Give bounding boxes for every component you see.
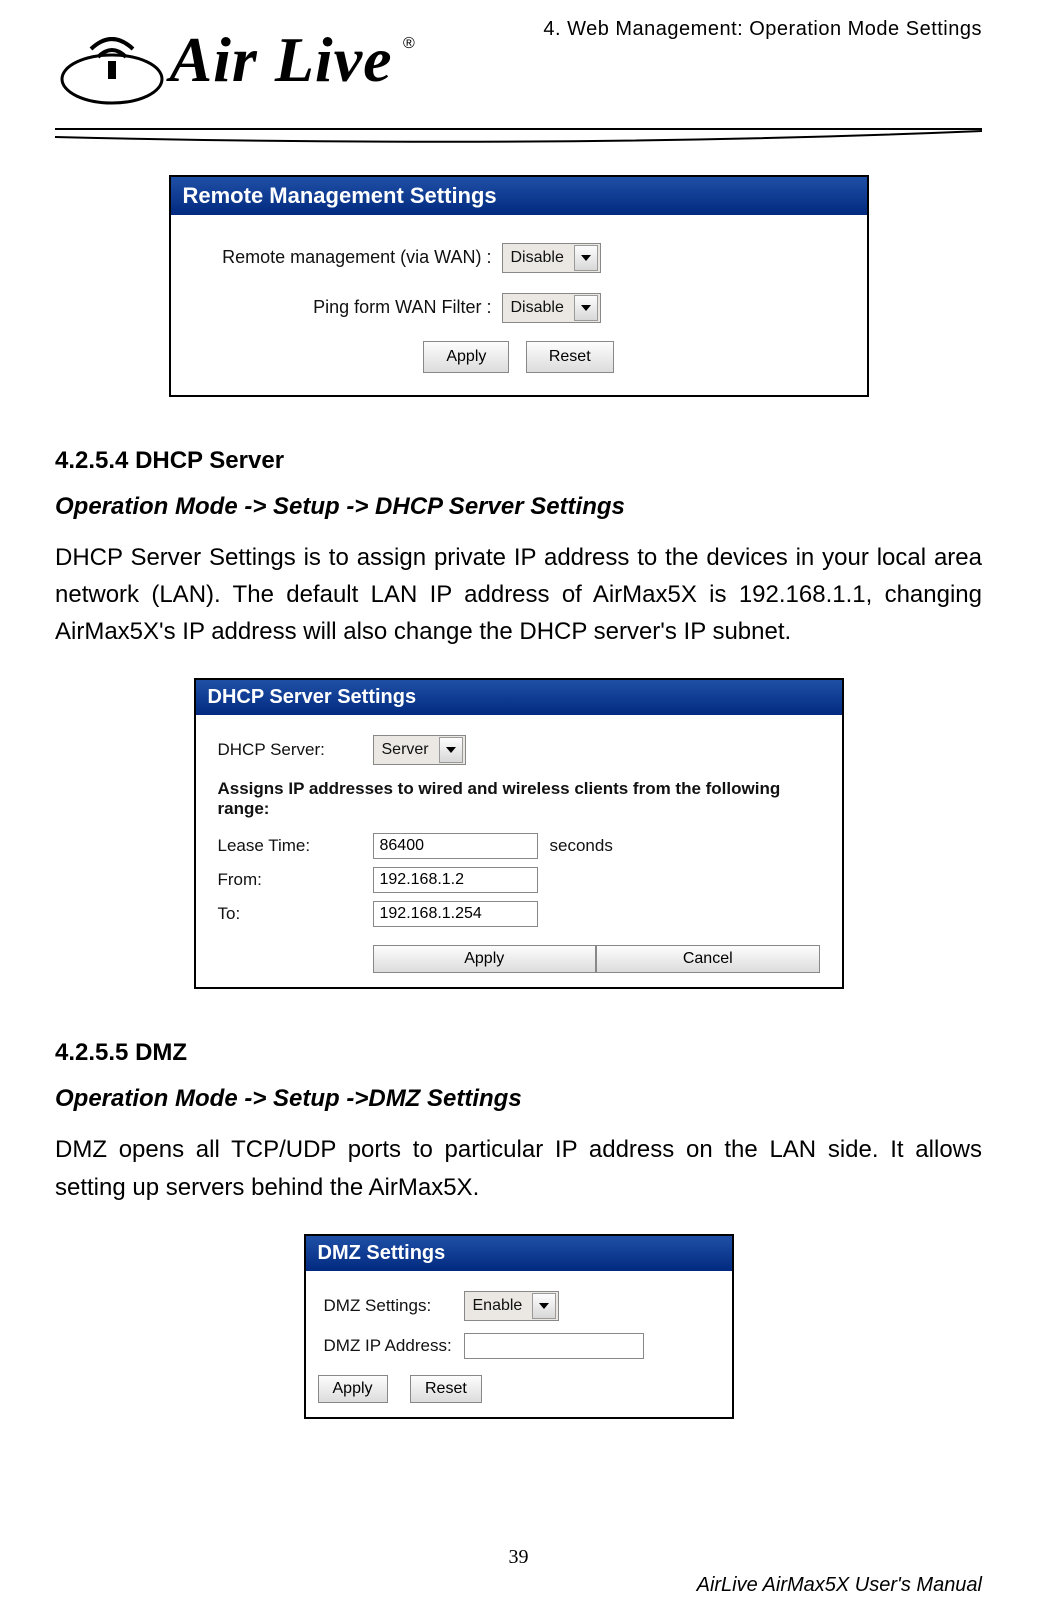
cancel-button[interactable]: Cancel xyxy=(596,945,820,973)
reset-button[interactable]: Reset xyxy=(526,341,614,373)
remote-mgmt-panel: Remote Management Settings Remote manage… xyxy=(169,175,869,397)
lease-time-suffix: seconds xyxy=(538,836,613,856)
dhcp-panel: DHCP Server Settings DHCP Server: Server… xyxy=(194,678,844,989)
section-4-2-5-4-heading: 4.2.5.4 DHCP Server xyxy=(55,447,982,475)
logo-swoosh-icon xyxy=(55,37,165,117)
page-number: 39 xyxy=(0,1546,1037,1569)
dmz-title: DMZ Settings xyxy=(306,1236,732,1271)
range-from-input[interactable] xyxy=(373,867,538,893)
lease-time-input[interactable] xyxy=(373,833,538,859)
section-4-2-5-5-heading: 4.2.5.5 DMZ xyxy=(55,1039,982,1067)
range-from-label: From: xyxy=(212,870,373,890)
dropdown-arrow-icon[interactable] xyxy=(439,737,463,763)
section-4-2-5-5-body: DMZ opens all TCP/UDP ports to particula… xyxy=(55,1131,982,1205)
dropdown-arrow-icon[interactable] xyxy=(574,295,598,321)
brand-logo: Air Live ® xyxy=(55,23,982,117)
remote-mgmt-select[interactable]: Disable xyxy=(502,243,601,273)
ping-filter-label: Ping form WAN Filter : xyxy=(187,297,502,318)
reset-button[interactable]: Reset xyxy=(410,1375,482,1403)
logo-text: Air Live xyxy=(169,24,392,95)
manual-title-footer: AirLive AirMax5X User's Manual xyxy=(697,1574,982,1597)
range-to-label: To: xyxy=(212,904,373,924)
ping-filter-value: Disable xyxy=(503,299,572,317)
section-4-2-5-5-breadcrumb: Operation Mode -> Setup ->DMZ Settings xyxy=(55,1085,982,1113)
dhcp-server-label: DHCP Server: xyxy=(212,740,373,760)
remote-mgmt-title: Remote Management Settings xyxy=(171,177,867,215)
apply-button[interactable]: Apply xyxy=(318,1375,388,1403)
dhcp-server-value: Server xyxy=(374,741,437,759)
dhcp-server-select[interactable]: Server xyxy=(373,735,466,765)
ping-filter-select[interactable]: Disable xyxy=(502,293,601,323)
dropdown-arrow-icon[interactable] xyxy=(532,1293,556,1319)
apply-button[interactable]: Apply xyxy=(373,945,597,973)
dropdown-arrow-icon[interactable] xyxy=(574,245,598,271)
dmz-setting-select[interactable]: Enable xyxy=(464,1291,560,1321)
dhcp-range-note: Assigns IP addresses to wired and wirele… xyxy=(212,771,826,829)
section-4-2-5-4-breadcrumb: Operation Mode -> Setup -> DHCP Server S… xyxy=(55,493,982,521)
dmz-setting-value: Enable xyxy=(465,1297,531,1315)
remote-mgmt-label: Remote management (via WAN) : xyxy=(187,247,502,268)
dmz-ip-input[interactable] xyxy=(464,1333,644,1359)
remote-mgmt-value: Disable xyxy=(503,249,572,267)
dmz-ip-label: DMZ IP Address: xyxy=(318,1336,464,1356)
dhcp-title: DHCP Server Settings xyxy=(196,680,842,715)
range-to-input[interactable] xyxy=(373,901,538,927)
apply-button[interactable]: Apply xyxy=(423,341,509,373)
lease-time-label: Lease Time: xyxy=(212,836,373,856)
header-divider xyxy=(55,125,982,147)
dmz-panel: DMZ Settings DMZ Settings: Enable DMZ IP… xyxy=(304,1234,734,1419)
registered-mark: ® xyxy=(403,35,415,52)
dmz-setting-label: DMZ Settings: xyxy=(318,1296,464,1316)
section-4-2-5-4-body: DHCP Server Settings is to assign privat… xyxy=(55,539,982,651)
